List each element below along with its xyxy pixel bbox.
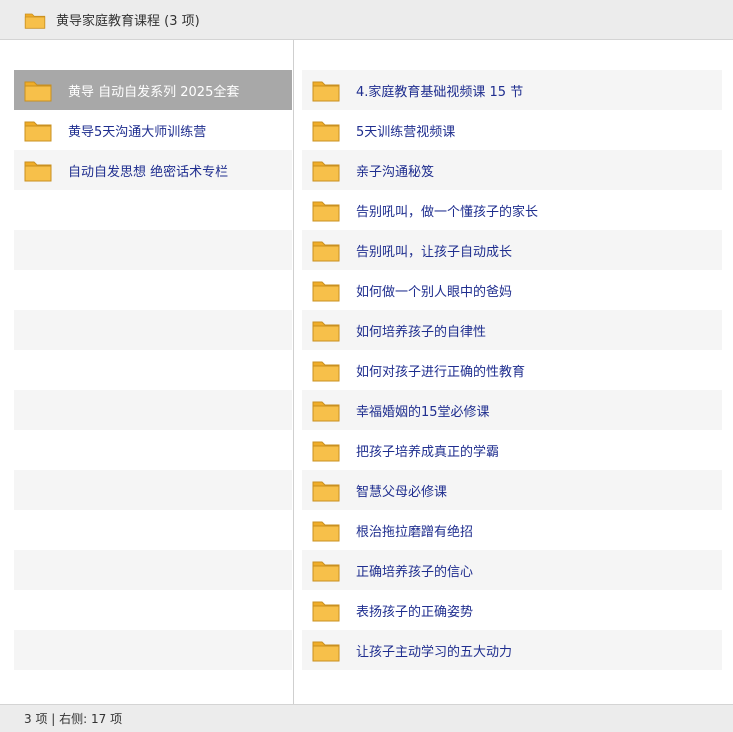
folder-label: 告别吼叫，让孩子自动成长 — [356, 244, 513, 260]
folder-icon — [312, 161, 340, 182]
folder-icon — [312, 321, 340, 342]
right-folder-item[interactable]: 4.家庭教育基础视频课 15 节 — [302, 70, 722, 110]
right-folder-item[interactable]: 如何培养孩子的自律性 — [302, 310, 722, 350]
folder-label: 亲子沟通秘笈 — [356, 164, 435, 180]
empty-row — [14, 230, 292, 270]
folder-icon — [312, 241, 340, 262]
folder-icon — [312, 281, 340, 302]
folder-icon — [312, 201, 340, 222]
empty-row — [14, 310, 292, 350]
right-folder-item[interactable]: 告别吼叫，做一个懂孩子的家长 — [302, 190, 722, 230]
right-folder-item[interactable]: 表扬孩子的正确姿势 — [302, 590, 722, 630]
left-folder-item[interactable]: 自动自发思想 绝密话术专栏 — [14, 150, 292, 190]
folder-label: 如何做一个别人眼中的爸妈 — [356, 284, 513, 300]
right-folder-item[interactable]: 如何对孩子进行正确的性教育 — [302, 350, 722, 390]
right-folder-item[interactable]: 让孩子主动学习的五大动力 — [302, 630, 722, 670]
right-folder-item[interactable]: 5天训练营视频课 — [302, 110, 722, 150]
folder-icon — [312, 361, 340, 382]
empty-row — [14, 590, 292, 630]
folder-icon — [24, 161, 52, 182]
folder-icon — [24, 13, 46, 29]
folder-label: 黄导 自动自发系列 2025全套 — [68, 84, 240, 100]
pane-divider[interactable] — [293, 40, 294, 704]
left-folder-item[interactable]: 黄导 自动自发系列 2025全套 — [14, 70, 292, 110]
left-folder-item[interactable]: 黄导5天沟通大师训练营 — [14, 110, 292, 150]
window-title: 黄导家庭教育课程 (3 项) — [56, 14, 200, 29]
right-folder-item[interactable]: 根治拖拉磨蹭有绝招 — [302, 510, 722, 550]
right-folder-item[interactable]: 如何做一个别人眼中的爸妈 — [302, 270, 722, 310]
empty-row — [14, 630, 292, 670]
folder-icon — [312, 641, 340, 662]
folder-label: 自动自发思想 绝密话术专栏 — [68, 164, 229, 180]
folder-label: 幸福婚姻的15堂必修课 — [356, 404, 490, 420]
empty-row — [14, 390, 292, 430]
folder-icon — [312, 81, 340, 102]
folder-label: 告别吼叫，做一个懂孩子的家长 — [356, 204, 539, 220]
title-bar: 黄导家庭教育课程 (3 项) — [0, 0, 733, 40]
folder-label: 如何对孩子进行正确的性教育 — [356, 364, 526, 380]
right-folder-item[interactable]: 亲子沟通秘笈 — [302, 150, 722, 190]
folder-icon — [312, 521, 340, 542]
empty-row — [14, 270, 292, 310]
folder-icon — [24, 121, 52, 142]
folder-label: 5天训练营视频课 — [356, 124, 456, 140]
folder-icon — [312, 561, 340, 582]
left-folder-pane: 黄导 自动自发系列 2025全套 黄导5天沟通大师训练营自动自发思想 绝密话术专栏 — [14, 70, 292, 710]
status-bar: 3 项 | 右侧: 17 项 — [0, 704, 733, 732]
empty-row — [14, 350, 292, 390]
folder-icon — [312, 121, 340, 142]
folder-label: 4.家庭教育基础视频课 15 节 — [356, 84, 524, 100]
folder-label: 根治拖拉磨蹭有绝招 — [356, 524, 474, 540]
empty-row — [14, 190, 292, 230]
folder-label: 表扬孩子的正确姿势 — [356, 604, 474, 620]
folder-label: 让孩子主动学习的五大动力 — [356, 644, 513, 660]
right-folder-item[interactable]: 告别吼叫，让孩子自动成长 — [302, 230, 722, 270]
empty-row — [14, 430, 292, 470]
right-folder-item[interactable]: 把孩子培养成真正的学霸 — [302, 430, 722, 470]
file-browser-window: 黄导家庭教育课程 (3 项) 黄导 自动自发系列 2025全套 黄导5天沟通大师训… — [0, 0, 733, 732]
folder-label: 如何培养孩子的自律性 — [356, 324, 487, 340]
folder-label: 把孩子培养成真正的学霸 — [356, 444, 500, 460]
status-text: 3 项 | 右侧: 17 项 — [24, 712, 123, 726]
right-folder-item[interactable]: 正确培养孩子的信心 — [302, 550, 722, 590]
empty-row — [14, 510, 292, 550]
folder-icon — [312, 401, 340, 422]
folder-icon — [312, 601, 340, 622]
right-folder-item[interactable]: 智慧父母必修课 — [302, 470, 722, 510]
right-folder-item[interactable]: 幸福婚姻的15堂必修课 — [302, 390, 722, 430]
folder-icon — [312, 441, 340, 462]
right-folder-pane: 4.家庭教育基础视频课 15 节 5天训练营视频课 亲子沟通秘笈告别吼叫，做一个懂孩… — [302, 70, 722, 670]
folder-label: 智慧父母必修课 — [356, 484, 448, 500]
folder-icon — [312, 481, 340, 502]
empty-row — [14, 550, 292, 590]
empty-row — [14, 470, 292, 510]
folder-icon — [24, 81, 52, 102]
folder-label: 黄导5天沟通大师训练营 — [68, 124, 207, 140]
folder-label: 正确培养孩子的信心 — [356, 564, 474, 580]
